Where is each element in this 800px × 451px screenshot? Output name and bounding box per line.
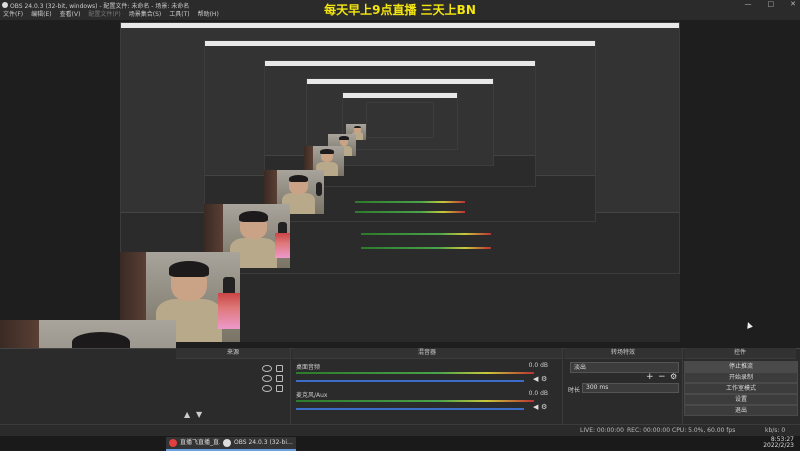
obs-logo-icon <box>2 2 8 8</box>
taskbar-app-obs[interactable]: OBS 24.0.3 (32-bi... <box>220 437 296 451</box>
taskbar: 直播飞直播_直... OBS 24.0.3 (32-bi... 8:53:27 … <box>0 436 800 451</box>
menu-view[interactable]: 查看(V) <box>60 10 81 20</box>
system-clock[interactable]: 8:53:27 2022/2/23 <box>763 437 794 449</box>
clock-date: 2022/2/23 <box>763 442 794 449</box>
level-meter <box>296 400 534 402</box>
start-recording-button[interactable]: 开始录制 <box>684 372 798 383</box>
duration-label: 时长 <box>568 387 581 394</box>
lock-icon[interactable] <box>276 365 283 372</box>
stop-streaming-button[interactable]: 停止推流 <box>684 361 798 372</box>
add-transition-button[interactable]: + <box>646 372 654 382</box>
visibility-eye-icon[interactable] <box>262 365 272 372</box>
captured-title-bar <box>205 41 595 46</box>
captured-meter <box>361 247 491 249</box>
transition-config-icon[interactable]: ⚙ <box>670 372 677 381</box>
overlay-banner-text: 每天早上9点直播 三天上BN <box>324 3 476 17</box>
speaker-icon[interactable]: ◀ <box>533 404 540 411</box>
maximize-button[interactable]: □ <box>768 0 775 10</box>
mouse-cursor <box>745 321 753 329</box>
gear-icon[interactable]: ⚙ <box>541 376 548 383</box>
captured-title-bar <box>307 79 493 84</box>
lock-icon[interactable] <box>276 385 283 392</box>
bitrate: kb/s: 0 <box>765 427 786 434</box>
menu-profile[interactable]: 配置文件(P) <box>88 10 120 20</box>
cpu-fps: CPU: 5.0%, 60.00 fps <box>672 427 736 434</box>
minimize-button[interactable]: — <box>745 0 752 10</box>
menu-help[interactable]: 帮助(H) <box>198 10 219 20</box>
move-up-icon[interactable]: ▲ <box>184 410 190 419</box>
level-meter <box>296 372 534 374</box>
captured-meter <box>361 233 491 235</box>
recursive-capture-level-6 <box>366 102 434 138</box>
sources-dock: 来源 ▲ ▼ <box>176 348 291 436</box>
move-down-icon[interactable]: ▼ <box>196 410 202 419</box>
settings-button[interactable]: 设置 <box>684 394 798 405</box>
window-controls: — □ ✕ <box>745 0 797 10</box>
mixer-dock: 混音器 桌面音频 0.0 dB ◀ ⚙ 麦克风/Aux 0.0 dB ◀ ⚙ <box>292 348 563 436</box>
captured-meter <box>355 201 465 203</box>
source-item[interactable] <box>186 384 286 392</box>
channel-db: 0.0 dB <box>528 390 548 397</box>
sources-title: 来源 <box>176 348 290 359</box>
captured-title-bar <box>265 61 535 66</box>
taskbar-app-label: OBS 24.0.3 (32-bi... <box>234 439 293 446</box>
rec-time: REC: 00:00:00 <box>627 427 671 434</box>
lock-icon[interactable] <box>276 375 283 382</box>
menu-file[interactable]: 文件(F) <box>3 10 23 20</box>
transitions-dock: 转场特效 淡出 + − ⚙ 时长 300 ms <box>564 348 683 436</box>
volume-slider[interactable] <box>296 380 524 382</box>
speaker-icon[interactable]: ◀ <box>533 376 540 383</box>
mixer-channel-mic: 麦克风/Aux 0.0 dB ◀ ⚙ <box>296 390 548 416</box>
controls-title: 控件 <box>684 348 796 359</box>
channel-db: 0.0 dB <box>528 362 548 369</box>
channel-name: 桌面音频 <box>296 364 321 371</box>
preview-canvas[interactable] <box>120 22 680 342</box>
mixer-channel-desktop: 桌面音频 0.0 dB ◀ ⚙ <box>296 362 548 388</box>
browser-app-icon <box>169 439 177 447</box>
close-button[interactable]: ✕ <box>790 0 796 10</box>
menu-scene-collection[interactable]: 场景集合(S) <box>129 10 162 20</box>
mixer-title: 混音器 <box>292 348 562 359</box>
captured-title-bar <box>121 23 679 28</box>
gear-icon[interactable]: ⚙ <box>541 404 548 411</box>
taskbar-app-browser[interactable]: 直播飞直播_直... <box>166 437 228 451</box>
captured-title-bar <box>343 93 457 98</box>
menu-edit[interactable]: 编辑(E) <box>31 10 51 20</box>
duration-input[interactable]: 300 ms <box>582 383 679 393</box>
visibility-eye-icon[interactable] <box>262 385 272 392</box>
menu-tools[interactable]: 工具(T) <box>169 10 189 20</box>
obs-app-icon <box>223 439 231 447</box>
source-item[interactable] <box>186 374 286 382</box>
captured-meter <box>355 211 465 213</box>
exit-button[interactable]: 退出 <box>684 405 798 416</box>
volume-slider[interactable] <box>296 408 524 410</box>
studio-mode-button[interactable]: 工作室模式 <box>684 383 798 394</box>
transitions-title: 转场特效 <box>564 348 682 359</box>
taskbar-app-label: 直播飞直播_直... <box>180 439 225 446</box>
source-item[interactable] <box>186 364 286 372</box>
live-time: LIVE: 00:00:00 <box>580 427 624 434</box>
window-title: OBS 24.0.3 (32-bit, windows) - 配置文件: 未命名… <box>10 3 190 10</box>
remove-transition-button[interactable]: − <box>658 372 666 382</box>
channel-name: 麦克风/Aux <box>296 392 328 399</box>
visibility-eye-icon[interactable] <box>262 375 272 382</box>
